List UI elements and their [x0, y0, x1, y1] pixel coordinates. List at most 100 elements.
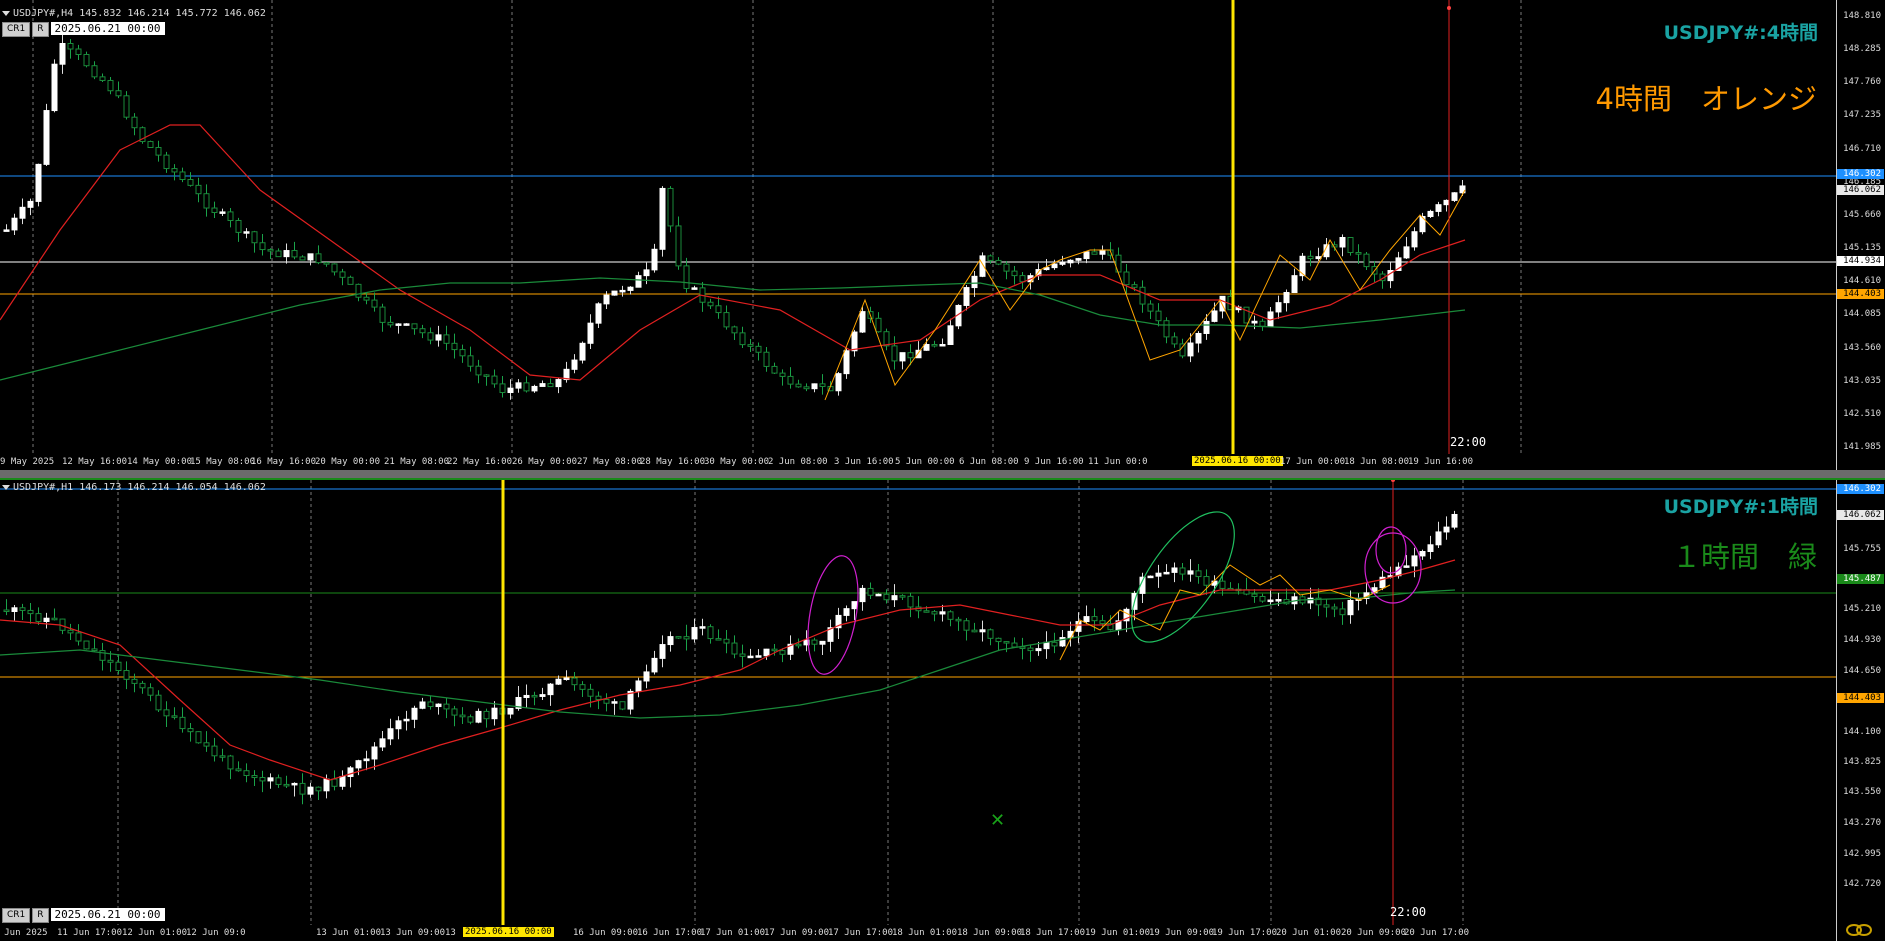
- candle-body: [1259, 320, 1266, 327]
- time-tick-label: 14 May 00:00: [127, 457, 193, 467]
- candle-body: [1187, 342, 1194, 357]
- candle-body: [835, 373, 842, 392]
- candle-body: [899, 352, 906, 362]
- candle-body: [963, 287, 970, 306]
- candle-body: [419, 328, 426, 334]
- candle-body: [1019, 646, 1026, 649]
- candle-body: [915, 349, 922, 359]
- candle-body: [1035, 648, 1042, 652]
- candle-body: [139, 682, 146, 689]
- candle-body: [35, 613, 42, 622]
- time-tick-label: 20 Jun 01:00: [1276, 928, 1342, 938]
- time-tick-label: 9 May 2025: [0, 457, 55, 467]
- collapse-triangle-icon[interactable]: [2, 10, 10, 16]
- candle-body: [1091, 251, 1098, 255]
- candle-body: [235, 768, 242, 772]
- candle-body: [627, 286, 634, 291]
- candle-body: [187, 728, 194, 733]
- price-tick-label: 142.510: [1843, 408, 1881, 419]
- candle-body: [883, 331, 890, 347]
- candle-body: [411, 707, 418, 720]
- candle-body: [1275, 599, 1282, 602]
- candle-body: [571, 677, 578, 686]
- candle-body: [35, 163, 42, 202]
- time-tick-label: 18 Jun 17:00: [1020, 928, 1086, 938]
- candle-body: [1155, 310, 1162, 322]
- candle-body: [395, 720, 402, 730]
- moving-average-line: [0, 589, 1456, 719]
- candle-body: [1155, 572, 1162, 577]
- price-level-badge: 146.302: [1837, 484, 1884, 494]
- h4-r-button[interactable]: R: [32, 22, 49, 37]
- candle-body: [387, 321, 394, 326]
- candle-body: [523, 382, 530, 392]
- candle-body: [1147, 575, 1154, 579]
- time-tick-label: 11 Jun 00:0: [1088, 457, 1148, 467]
- candle-body: [1259, 595, 1266, 602]
- candle-body: [1211, 310, 1218, 322]
- candle-body: [1331, 606, 1338, 610]
- h4-chart-pane[interactable]: USDJPY#,H4 145.832 146.214 145.772 146.0…: [0, 0, 1885, 470]
- candle-body: [51, 63, 58, 112]
- annotation-ellipse: [1375, 526, 1407, 574]
- candle-body: [403, 718, 410, 722]
- time-tick-label: 19 Jun 09:00: [1149, 928, 1215, 938]
- candle-body: [731, 642, 738, 655]
- candle-body: [1291, 275, 1298, 293]
- candle-body: [123, 95, 130, 118]
- h1-price-plot[interactable]: [0, 480, 1837, 925]
- candle-body: [851, 331, 858, 352]
- time-tick-label: 2 Jun 08:00: [768, 457, 828, 467]
- candle-body: [851, 601, 858, 610]
- h4-time-axis[interactable]: 9 May 2025 12 May 16:00 14 May 00:00 15 May…: [0, 454, 1837, 470]
- h4-price-plot[interactable]: [0, 0, 1837, 454]
- h4-price-axis[interactable]: 148.810 148.285 147.760 147.235 146.710 146.1…: [1836, 0, 1885, 470]
- candle-body: [491, 375, 498, 385]
- candle-body: [67, 629, 74, 634]
- h1-cr1-button[interactable]: CR1: [2, 908, 31, 923]
- price-level-badge: 144.403: [1837, 289, 1884, 300]
- candle-body: [811, 383, 818, 390]
- time-tick-label: 17 Jun 00:00: [1280, 457, 1346, 467]
- candle-body: [1339, 236, 1346, 248]
- candle-body: [291, 782, 298, 786]
- candle-body: [1195, 570, 1202, 578]
- candle-body: [1403, 565, 1410, 568]
- h4-cr1-button[interactable]: CR1: [2, 22, 31, 37]
- candle-body: [683, 265, 690, 289]
- h1-chart-pane[interactable]: USDJPY#,H1 146.173 146.214 146.054 146.0…: [0, 480, 1885, 941]
- candle-body: [507, 387, 514, 394]
- candle-body: [787, 375, 794, 385]
- price-tick-label: 144.930: [1843, 635, 1881, 646]
- candle-body: [427, 701, 434, 708]
- candle-body: [275, 777, 282, 785]
- candle-body: [995, 637, 1002, 643]
- time-tick-label: 11 Jun 17:00: [57, 928, 123, 938]
- candle-body: [883, 593, 890, 601]
- candle-body: [715, 638, 722, 641]
- h1-price-axis[interactable]: 146.302 146.062 145.755 145.487 145.210 144.9…: [1836, 480, 1885, 941]
- time-tick-label: 16 Jun 09:00: [573, 928, 639, 938]
- candle-body: [1051, 263, 1058, 269]
- time-marker-dot: [1447, 6, 1451, 10]
- candle-body: [27, 609, 34, 615]
- candle-body: [779, 650, 786, 655]
- candle-body: [299, 782, 306, 795]
- candle-body: [203, 742, 210, 747]
- candle-body: [331, 778, 338, 787]
- candle-body: [995, 259, 1002, 265]
- candle-body: [27, 200, 34, 208]
- candle-body: [979, 629, 986, 633]
- collapse-triangle-icon[interactable]: [2, 484, 10, 490]
- candle-body: [891, 345, 898, 362]
- price-level-badge: 146.062: [1837, 184, 1884, 195]
- candle-body: [1347, 599, 1354, 616]
- h1-time-axis[interactable]: 11 Jun 2025 11 Jun 17:0012 Jun 01:0012 Ju…: [0, 925, 1837, 941]
- h1-r-button[interactable]: R: [32, 908, 49, 923]
- candle-body: [123, 670, 130, 680]
- candle-body: [1091, 616, 1098, 622]
- price-tick-label: 147.235: [1843, 110, 1881, 121]
- candle-body: [1187, 570, 1194, 575]
- candle-body: [1251, 593, 1258, 597]
- candle-body: [275, 250, 282, 258]
